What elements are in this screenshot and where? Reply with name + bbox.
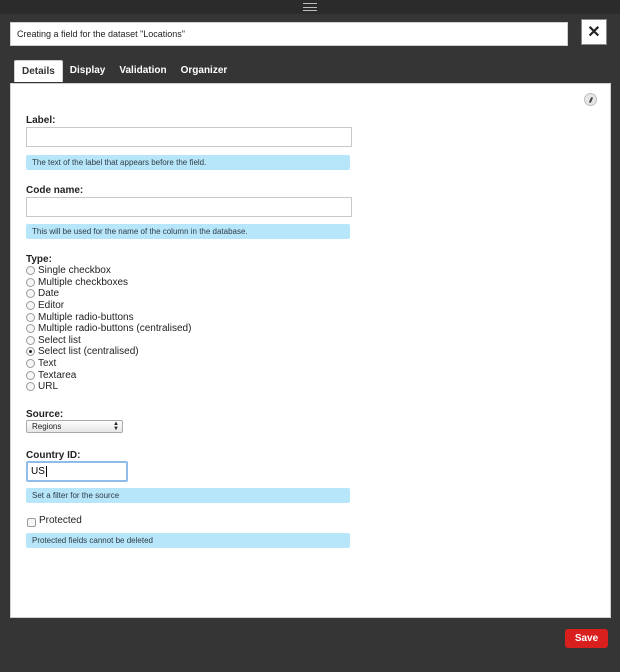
radio-option-selected[interactable]: Select list (centralised) bbox=[26, 346, 191, 358]
country-id-input[interactable]: US bbox=[26, 461, 128, 482]
radio-button-checked[interactable] bbox=[26, 347, 35, 357]
label-hint: The text of the label that appears befor… bbox=[26, 155, 350, 170]
country-id-label: Country ID: bbox=[26, 450, 81, 461]
radio-option[interactable]: URL bbox=[26, 381, 191, 393]
select-arrows-icon: ▲ ▼ bbox=[113, 421, 119, 432]
source-select[interactable]: Regions ▲ ▼ bbox=[26, 420, 123, 433]
radio-button[interactable] bbox=[26, 335, 35, 345]
protected-label: Protected bbox=[39, 515, 82, 526]
tab-details[interactable]: Details bbox=[14, 60, 63, 82]
radio-option[interactable]: Multiple checkboxes bbox=[26, 277, 191, 289]
code-name-hint: This will be used for the name of the co… bbox=[26, 224, 350, 239]
radio-button[interactable] bbox=[26, 382, 35, 392]
close-button[interactable]: ✕ bbox=[581, 19, 607, 45]
radio-option[interactable]: Textarea bbox=[26, 369, 191, 381]
source-select-value: Regions bbox=[32, 422, 62, 431]
help-icon[interactable] bbox=[584, 93, 597, 106]
tab-display[interactable]: Display bbox=[63, 60, 113, 82]
tab-validation[interactable]: Validation bbox=[112, 60, 173, 82]
protected-hint: Protected fields cannot be deleted bbox=[26, 533, 350, 548]
radio-label: Select list bbox=[38, 334, 81, 346]
radio-label: Text bbox=[38, 358, 57, 370]
drag-handle-icon[interactable] bbox=[303, 3, 317, 11]
radio-label: Multiple radio-buttons bbox=[38, 311, 134, 323]
code-name-input[interactable] bbox=[26, 197, 352, 217]
country-id-hint: Set a filter for the source bbox=[26, 488, 350, 503]
radio-button[interactable] bbox=[26, 301, 35, 311]
radio-label: Date bbox=[38, 288, 60, 300]
radio-option[interactable]: Select list bbox=[26, 335, 191, 347]
code-name-label: Code name: bbox=[26, 185, 84, 196]
country-id-value: US bbox=[31, 466, 45, 477]
source-label: Source: bbox=[26, 409, 64, 420]
radio-option[interactable]: Single checkbox bbox=[26, 265, 191, 277]
radio-label: Multiple radio-buttons (centralised) bbox=[38, 323, 192, 335]
tab-organizer[interactable]: Organizer bbox=[174, 60, 235, 82]
text-caret bbox=[45, 465, 47, 477]
radio-label: Single checkbox bbox=[38, 265, 111, 277]
window-top-strip bbox=[0, 0, 620, 14]
type-radio-group: Single checkbox Multiple checkboxes Date… bbox=[26, 265, 191, 393]
radio-button[interactable] bbox=[26, 312, 35, 322]
radio-label: Textarea bbox=[38, 369, 77, 381]
radio-label: URL bbox=[38, 381, 59, 393]
tab-bar: Details Display Validation Organizer bbox=[14, 60, 234, 82]
label-field-label: Label: bbox=[26, 115, 56, 126]
details-panel: Label: The text of the label that appear… bbox=[10, 83, 611, 618]
radio-option[interactable]: Multiple radio-buttons bbox=[26, 311, 191, 323]
radio-label: Select list (centralised) bbox=[38, 346, 139, 358]
save-button[interactable]: Save bbox=[565, 629, 608, 648]
radio-button[interactable] bbox=[26, 324, 35, 334]
field-dialog: Creating a field for the dataset "Locati… bbox=[0, 14, 620, 672]
radio-label: Multiple checkboxes bbox=[38, 276, 129, 288]
radio-label: Editor bbox=[38, 300, 65, 312]
type-label: Type: bbox=[26, 254, 52, 265]
protected-checkbox[interactable] bbox=[27, 518, 36, 527]
radio-button[interactable] bbox=[26, 277, 35, 287]
radio-option[interactable]: Date bbox=[26, 288, 191, 300]
close-icon: ✕ bbox=[587, 24, 601, 41]
dialog-title: Creating a field for the dataset "Locati… bbox=[10, 22, 568, 46]
radio-option[interactable]: Editor bbox=[26, 300, 191, 312]
radio-option[interactable]: Text bbox=[26, 358, 191, 370]
radio-button[interactable] bbox=[26, 289, 35, 299]
radio-button[interactable] bbox=[26, 370, 35, 380]
radio-button[interactable] bbox=[26, 359, 35, 369]
label-input[interactable] bbox=[26, 127, 352, 147]
radio-button[interactable] bbox=[26, 266, 35, 276]
radio-option[interactable]: Multiple radio-buttons (centralised) bbox=[26, 323, 191, 335]
